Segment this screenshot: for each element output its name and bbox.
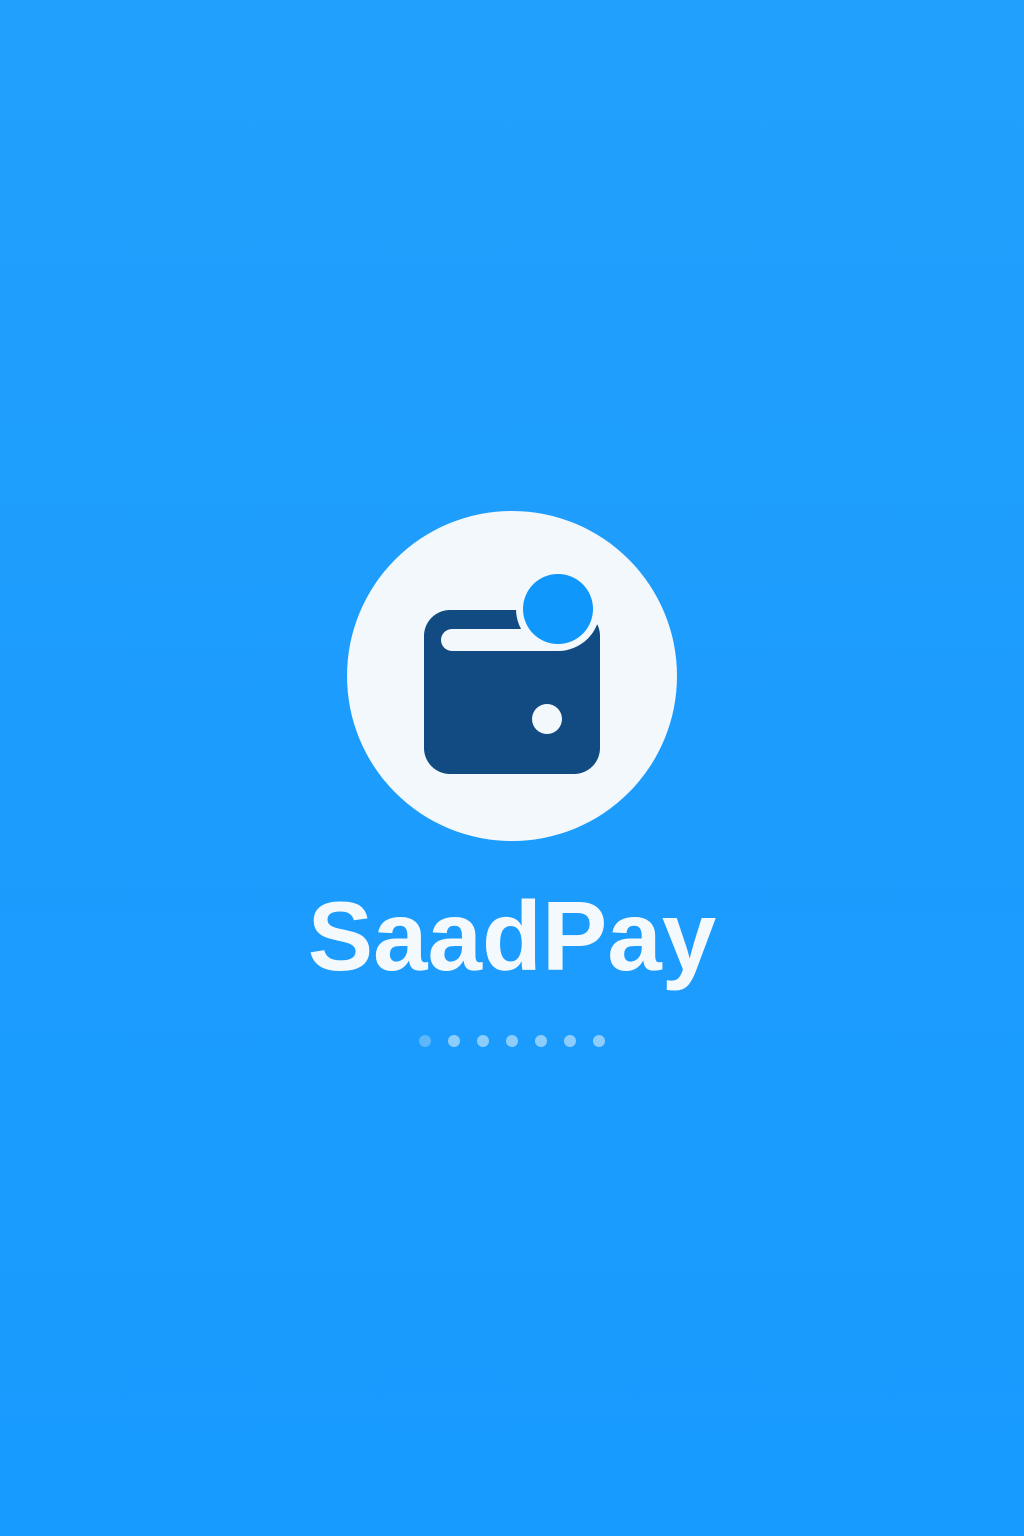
- wallet-icon: [424, 567, 600, 774]
- loading-dot: [564, 1035, 576, 1047]
- splash-screen: SaadPay: [0, 0, 1024, 1536]
- loading-indicator: [0, 1035, 1024, 1049]
- loading-dot: [419, 1035, 431, 1047]
- app-logo: [347, 511, 677, 841]
- loading-dot: [477, 1035, 489, 1047]
- coin-icon: [523, 574, 593, 644]
- loading-dot: [448, 1035, 460, 1047]
- app-title: SaadPay: [307, 881, 717, 991]
- loading-dot: [506, 1035, 518, 1047]
- loading-dot: [593, 1035, 605, 1047]
- loading-dot: [535, 1035, 547, 1047]
- wallet-clasp: [532, 704, 562, 734]
